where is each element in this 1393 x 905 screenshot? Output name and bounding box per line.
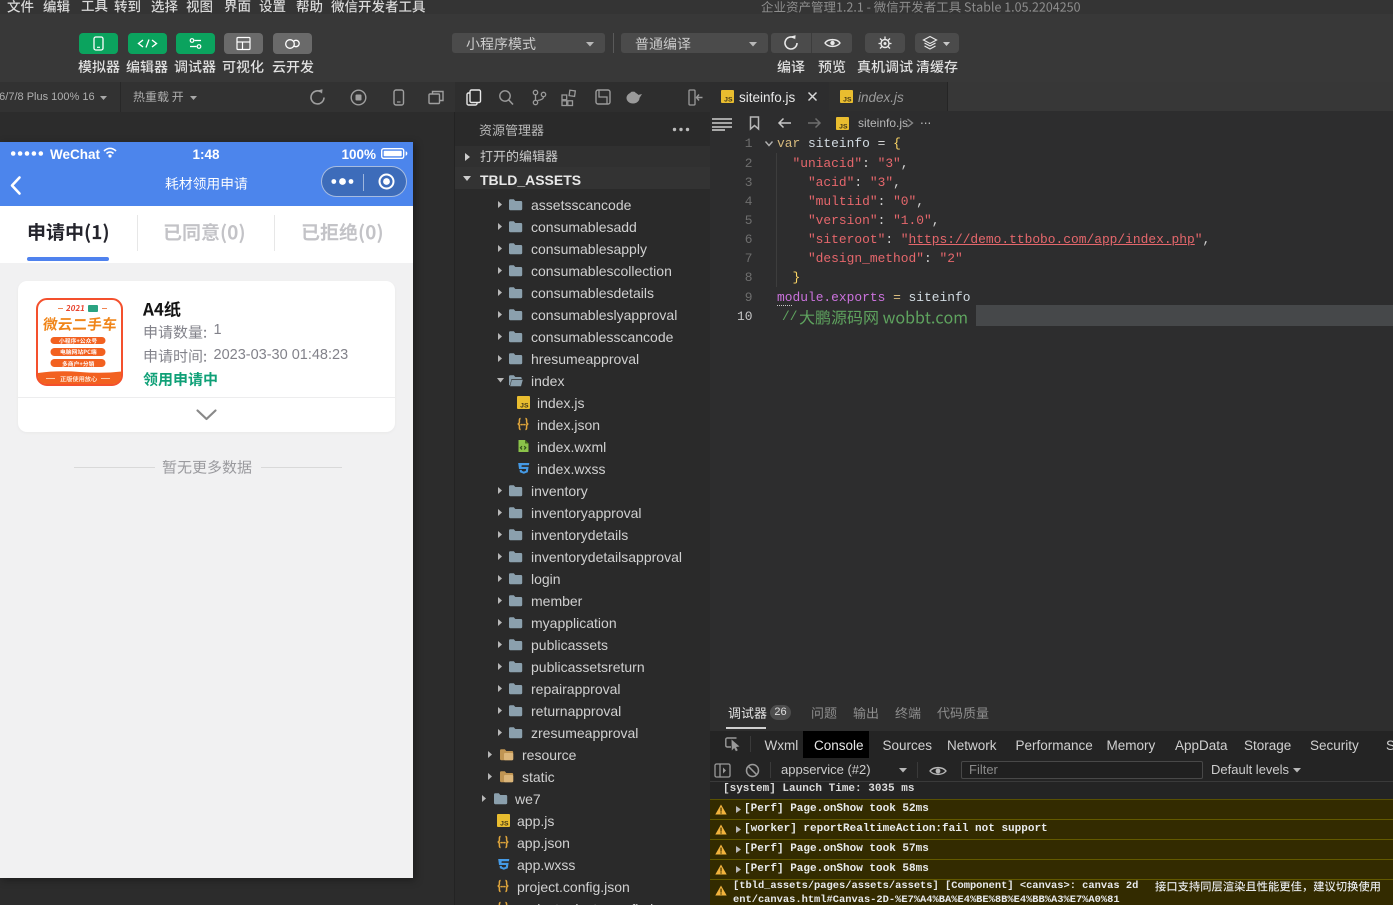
svg-text:JS: JS xyxy=(843,96,852,103)
svg-text:JS: JS xyxy=(839,123,848,130)
svg-text:JS: JS xyxy=(724,96,733,103)
svg-text:JS: JS xyxy=(500,820,509,827)
svg-text:JS: JS xyxy=(520,402,529,409)
